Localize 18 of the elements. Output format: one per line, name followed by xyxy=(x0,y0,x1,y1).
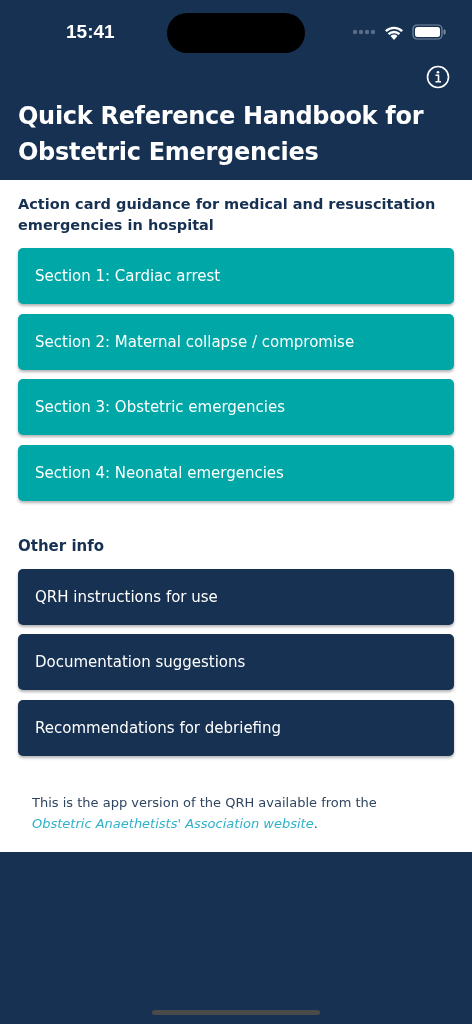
info-button[interactable] xyxy=(425,64,451,90)
section-button[interactable]: Section 4: Neonatal emergencies xyxy=(18,444,454,501)
subtitle: Action card guidance for medical and resuscitation emergencies in hospital xyxy=(18,195,437,235)
footer-text: This is the app version of the QRH available from the Obstetric Anaethetists' Association website. xyxy=(31,793,378,833)
info-link-button[interactable]: QRH instructions for use xyxy=(18,568,454,625)
section-heading: Other info xyxy=(18,536,106,555)
wifi-icon xyxy=(384,24,404,40)
battery-icon xyxy=(412,24,446,40)
section-button[interactable]: Section 1: Cardiac arrest xyxy=(18,248,454,304)
info-link-button[interactable]: Recommendations for debriefing xyxy=(18,699,454,756)
info-link-button[interactable]: Documentation suggestions xyxy=(18,634,454,690)
page-title: Quick Reference Handbook for Obstetric Emergencies xyxy=(18,101,425,168)
info-icon xyxy=(426,65,450,89)
signal-icon xyxy=(352,29,376,35)
status-time: 15:41 xyxy=(66,21,115,43)
section-button[interactable]: Section 2: Maternal collapse / compromise xyxy=(18,313,454,370)
section-button[interactable]: Section 3: Obstetric emergencies xyxy=(18,379,454,435)
website-link[interactable]: Obstetric Anaethetists' Association website xyxy=(32,815,314,831)
